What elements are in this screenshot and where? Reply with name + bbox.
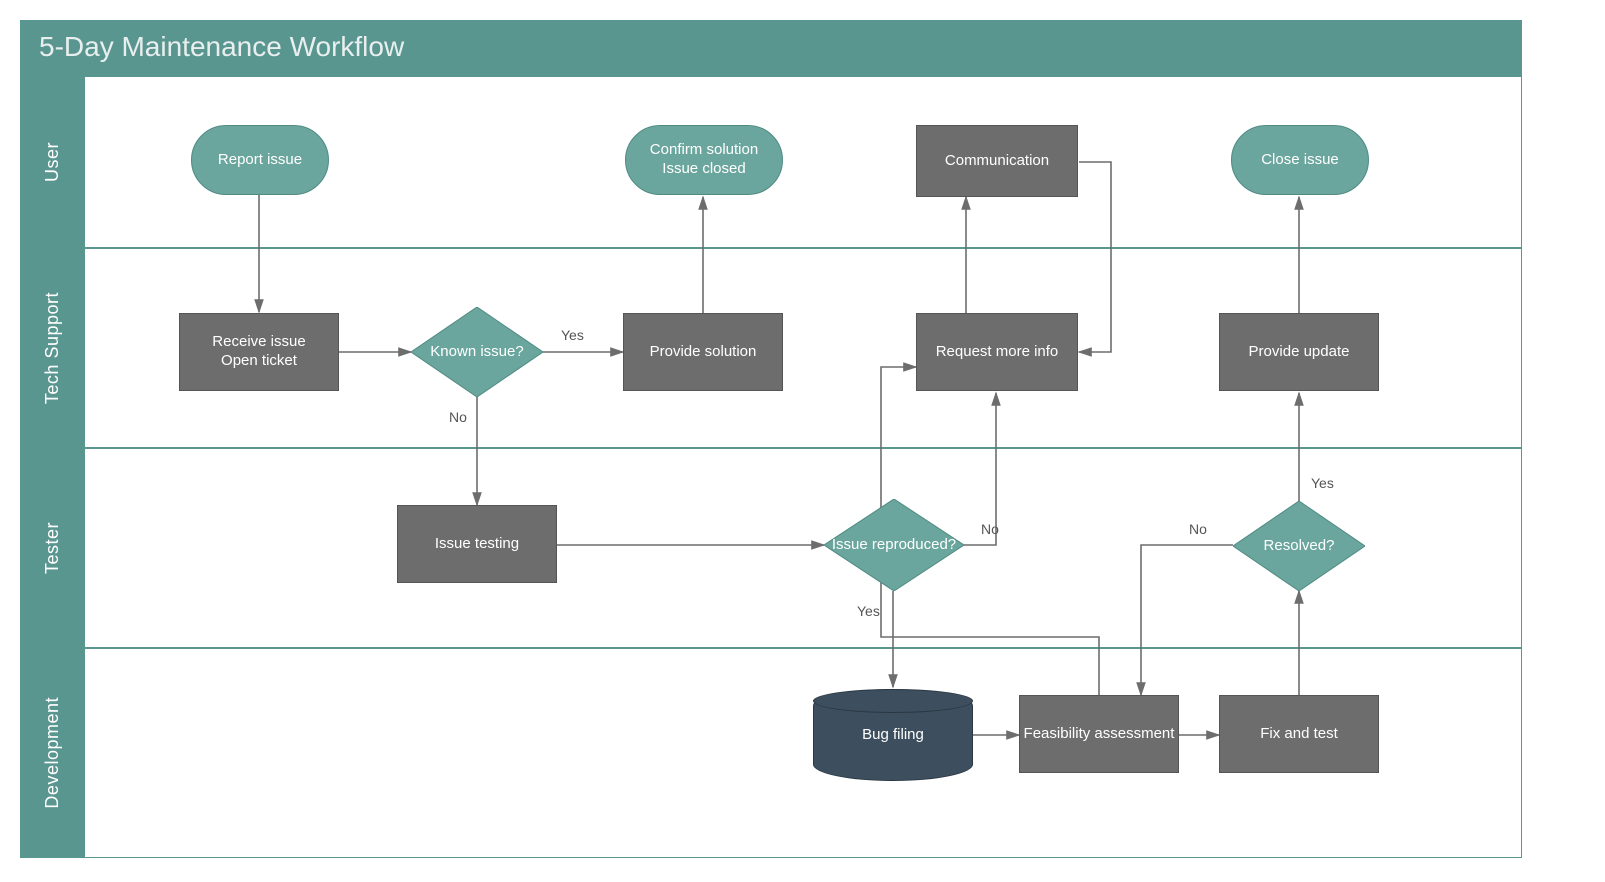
edge-label-known-no: No <box>449 409 467 425</box>
lane-label-tester: Tester <box>21 449 85 647</box>
node-provide-update: Provide update <box>1219 313 1379 391</box>
lane-label-user: User <box>21 77 85 247</box>
edge-label-resolved-no: No <box>1189 521 1207 537</box>
node-request-more-info: Request more info <box>916 313 1078 391</box>
lane-label-dev: Development <box>21 649 85 857</box>
node-known-issue: Known issue? <box>411 307 543 397</box>
edge-label-resolved-yes: Yes <box>1311 475 1334 491</box>
node-issue-testing: Issue testing <box>397 505 557 583</box>
node-feasibility: Feasibility assessment <box>1019 695 1179 773</box>
node-fix-test: Fix and test <box>1219 695 1379 773</box>
edge-label-known-yes: Yes <box>561 327 584 343</box>
node-communication: Communication <box>916 125 1078 197</box>
node-issue-reproduced: Issue reproduced? <box>824 499 964 591</box>
node-close-issue: Close issue <box>1231 125 1369 195</box>
node-bug-filing: Bug filing <box>813 689 973 781</box>
edge-label-reproduced-no: No <box>981 521 999 537</box>
lanes-container: User Tech Support Tester Development <box>21 77 1521 857</box>
node-provide-solution: Provide solution <box>623 313 783 391</box>
node-resolved: Resolved? <box>1233 501 1365 591</box>
node-report-issue: Report issue <box>191 125 329 195</box>
swimlane-diagram: 5-Day Maintenance Workflow User Tech Sup… <box>20 20 1522 858</box>
edge-label-reproduced-yes: Yes <box>857 603 880 619</box>
node-confirm-solution: Confirm solution Issue closed <box>625 125 783 195</box>
diagram-title: 5-Day Maintenance Workflow <box>21 21 1521 77</box>
lane-label-tech: Tech Support <box>21 249 85 447</box>
node-receive-issue: Receive issue Open ticket <box>179 313 339 391</box>
